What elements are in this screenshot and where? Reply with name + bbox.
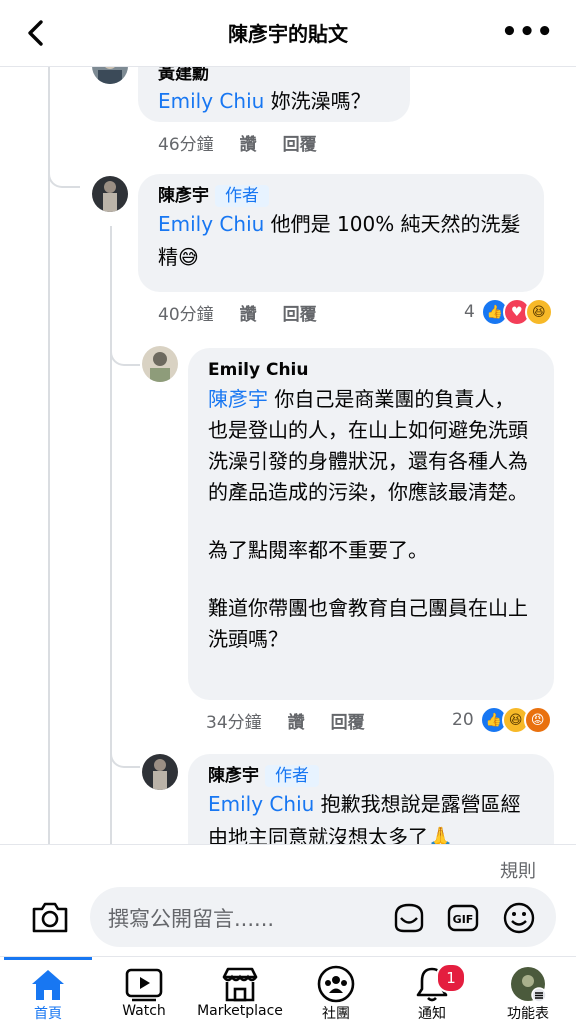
- reaction-count: 20: [452, 710, 474, 730]
- tab-home[interactable]: 首頁: [0, 957, 96, 1025]
- gif-icon[interactable]: GIF: [446, 901, 480, 935]
- tab-menu[interactable]: 功能表: [480, 957, 576, 1025]
- comment-time: 34分鐘: [206, 713, 262, 733]
- notification-badge: 1: [436, 963, 466, 993]
- top-bar: 陳彥宇的貼文 •••: [0, 0, 576, 67]
- tab-label: 通知: [418, 1006, 446, 1022]
- groups-icon: [317, 965, 355, 1003]
- camera-icon[interactable]: [30, 900, 70, 934]
- comment-input-placeholder: 撰寫公開留言......: [108, 907, 275, 931]
- commenter-name[interactable]: 陳彥宇: [158, 186, 209, 206]
- commenter-name[interactable]: 陳彥宇: [208, 766, 259, 786]
- reply-button[interactable]: 回覆: [283, 305, 317, 325]
- author-badge: 作者: [265, 765, 319, 787]
- author-badge: 作者: [215, 185, 269, 207]
- comment-time: 46分鐘: [158, 135, 214, 155]
- tab-label: 首頁: [34, 1006, 62, 1022]
- mention-link[interactable]: Emily Chiu: [158, 89, 264, 113]
- comment-bubble[interactable]: Emily Chiu 陳彥宇 你自己是商業團的負責人，也是登山的人，在山上如何避…: [188, 348, 554, 700]
- comment-bubble[interactable]: 黃建勳 Emily Chiu 妳洗澡嗎？: [138, 66, 410, 122]
- comment-meta: 34分鐘 讚 回覆: [206, 708, 391, 733]
- avatar[interactable]: [142, 346, 178, 382]
- comment-input[interactable]: 撰寫公開留言...... GIF: [90, 887, 556, 947]
- avatar[interactable]: [92, 176, 128, 212]
- tab-watch[interactable]: Watch: [96, 957, 192, 1025]
- reaction-summary[interactable]: 4 👍 ♥ 😆: [464, 298, 553, 326]
- rules-link[interactable]: 規則: [500, 857, 536, 883]
- avatar[interactable]: [92, 66, 128, 84]
- comment-bubble[interactable]: 陳彥宇 作者 Emily Chiu 抱歉我想說是露營區經由地主同意就沒想太多了🙏: [188, 754, 554, 844]
- comment-text: 難道你帶團也會教育自己團員在山上洗頭嗎？: [208, 596, 528, 651]
- like-button[interactable]: 讚: [240, 305, 257, 325]
- comment-thread[interactable]: 黃建勳 Emily Chiu 妳洗澡嗎？ 46分鐘讚回覆 陳彥宇 作者 Emily…: [0, 66, 576, 844]
- home-icon: [32, 970, 64, 1000]
- reaction-summary[interactable]: 20 👍 😆 😡: [452, 706, 552, 734]
- commenter-name[interactable]: Emily Chiu: [208, 358, 534, 382]
- comment-time: 40分鐘: [158, 305, 214, 325]
- comment-bubble[interactable]: 陳彥宇 作者 Emily Chiu 他們是 100% 純天然的洗髮精😅: [138, 174, 544, 292]
- tab-label: Watch: [122, 1003, 166, 1019]
- comment-text: 妳洗澡嗎？: [264, 89, 371, 113]
- tab-marketplace[interactable]: Marketplace: [192, 957, 288, 1025]
- mention-link[interactable]: 陳彥宇: [208, 387, 268, 411]
- page-title: 陳彥宇的貼文: [228, 22, 348, 46]
- tab-label: Marketplace: [197, 1003, 283, 1019]
- tab-notifications[interactable]: 1 通知: [384, 957, 480, 1025]
- more-options-icon[interactable]: •••: [501, 19, 554, 45]
- watch-icon: [125, 968, 163, 1002]
- comment-text: 為了點閱率都不重要了。: [208, 538, 428, 562]
- avatar[interactable]: [142, 754, 178, 790]
- tab-label: 社團: [322, 1006, 350, 1022]
- thread-line: [48, 66, 50, 844]
- comment-meta: 40分鐘 讚 回覆: [158, 300, 343, 325]
- bottom-tab-bar: 首頁 Watch Marketplace 社團 1 通知 功能表: [0, 956, 576, 1025]
- like-button[interactable]: 讚: [240, 135, 257, 155]
- like-button[interactable]: 讚: [288, 713, 305, 733]
- sticker-icon[interactable]: [392, 901, 426, 935]
- tab-label: 功能表: [507, 1006, 549, 1022]
- commenter-name[interactable]: 黃建勳: [158, 66, 390, 86]
- angry-reaction-icon: 😡: [523, 706, 552, 734]
- reply-button[interactable]: 回覆: [283, 135, 317, 155]
- tab-groups[interactable]: 社團: [288, 957, 384, 1025]
- mention-link[interactable]: Emily Chiu: [158, 212, 264, 236]
- reaction-count: 4: [464, 302, 475, 322]
- thread-connector: [48, 126, 80, 188]
- marketplace-icon: [222, 967, 258, 1002]
- emoji-icon[interactable]: [502, 901, 536, 935]
- thread-connector: [110, 328, 140, 366]
- haha-reaction-icon: 😆: [524, 298, 553, 326]
- comment-meta: 46分鐘 讚 回覆: [158, 130, 343, 155]
- comment-composer: 規則 撰寫公開留言...... GIF: [0, 844, 576, 957]
- reply-button[interactable]: 回覆: [331, 713, 365, 733]
- svg-text:GIF: GIF: [453, 913, 474, 926]
- thread-connector: [110, 730, 140, 768]
- menu-avatar-icon: [511, 967, 547, 1003]
- mention-link[interactable]: Emily Chiu: [208, 792, 314, 816]
